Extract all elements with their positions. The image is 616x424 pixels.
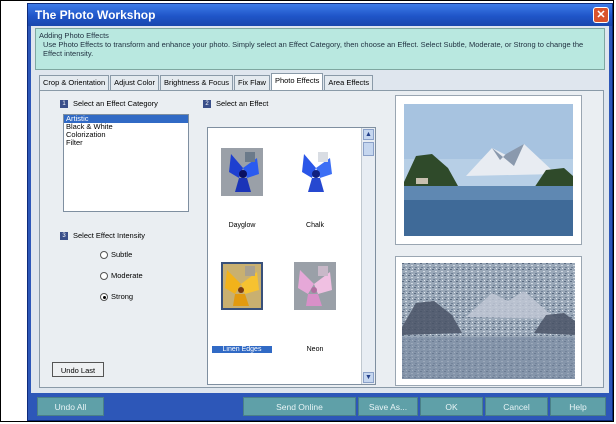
intensity-heading: 3 Select Effect Intensity bbox=[60, 231, 145, 241]
step-3-icon: 3 bbox=[60, 232, 68, 241]
chevron-up-icon: ▲ bbox=[365, 131, 372, 138]
photo-effects-panel: 1 Select an Effect Category Artistic Blac… bbox=[39, 90, 604, 388]
tab-fix-flaw[interactable]: Fix Flaw bbox=[234, 75, 270, 91]
radio-strong[interactable] bbox=[100, 293, 108, 302]
effect-photo-preview bbox=[395, 256, 582, 386]
close-icon: ✕ bbox=[596, 9, 606, 21]
title-bar[interactable]: The Photo Workshop ✕ bbox=[28, 4, 612, 26]
info-text: Use Photo Effects to transform and enhan… bbox=[43, 40, 584, 58]
ok-button[interactable]: OK bbox=[420, 397, 483, 416]
tab-area-effects[interactable]: Area Effects bbox=[324, 75, 374, 91]
effect-gallery[interactable]: Dayglow Chalk Linen Edges Neon ▲ ▼ bbox=[207, 127, 376, 385]
save-as-button[interactable]: Save As... bbox=[358, 397, 418, 416]
help-info-box: Adding Photo Effects Use Photo Effects t… bbox=[35, 28, 605, 70]
scroll-up-button[interactable]: ▲ bbox=[363, 129, 374, 140]
tab-adjust-color[interactable]: Adjust Color bbox=[110, 75, 159, 91]
intensity-label: Select Effect Intensity bbox=[73, 231, 145, 240]
chevron-down-icon: ▼ bbox=[365, 374, 372, 381]
undo-last-button[interactable]: Undo Last bbox=[52, 362, 104, 377]
effect-thumbnail-dayglow[interactable] bbox=[221, 148, 263, 196]
step-2-icon: 2 bbox=[203, 100, 211, 109]
photo-workshop-window: The Photo Workshop ✕ Adding Photo Effect… bbox=[27, 3, 613, 421]
original-photo bbox=[404, 104, 573, 236]
tab-brightness-focus[interactable]: Brightness & Focus bbox=[159, 75, 234, 91]
effect-thumbnail-neon[interactable] bbox=[294, 262, 336, 310]
tab-crop-orientation[interactable]: Crop & Orientation bbox=[39, 75, 110, 91]
undo-all-button[interactable]: Undo All bbox=[37, 397, 104, 416]
effect-label-dayglow[interactable]: Dayglow bbox=[212, 222, 272, 229]
step-1-icon: 1 bbox=[60, 100, 68, 109]
category-label: Select an Effect Category bbox=[73, 99, 158, 108]
effect-scrollbar[interactable]: ▲ ▼ bbox=[361, 128, 375, 384]
subtle-label: Subtle bbox=[111, 250, 133, 259]
effect-heading: 2 Select an Effect bbox=[203, 99, 269, 109]
intensity-moderate-option[interactable]: Moderate bbox=[100, 271, 143, 281]
effect-label-neon[interactable]: Neon bbox=[285, 346, 345, 353]
help-button[interactable]: Help bbox=[550, 397, 606, 416]
category-listbox[interactable]: Artistic Black & White Colorization Filt… bbox=[63, 114, 189, 212]
effect-thumbnail-chalk[interactable] bbox=[294, 148, 336, 196]
window-title: The Photo Workshop bbox=[35, 8, 156, 22]
effect-thumbnail-linen-edges[interactable] bbox=[221, 262, 263, 310]
tab-photo-effects[interactable]: Photo Effects bbox=[270, 73, 324, 91]
cancel-button[interactable]: Cancel bbox=[485, 397, 548, 416]
dialog-client-area: Adding Photo Effects Use Photo Effects t… bbox=[31, 26, 609, 393]
original-photo-preview bbox=[395, 95, 582, 245]
info-heading: Adding Photo Effects bbox=[39, 31, 109, 40]
effect-label-chalk[interactable]: Chalk bbox=[285, 222, 345, 229]
radio-subtle[interactable] bbox=[100, 251, 108, 260]
close-button[interactable]: ✕ bbox=[593, 7, 609, 23]
intensity-strong-option[interactable]: Strong bbox=[100, 292, 134, 302]
tab-strip: Crop & Orientation Adjust Color Brightne… bbox=[39, 73, 374, 91]
category-item-filter[interactable]: Filter bbox=[64, 139, 188, 147]
scroll-thumb[interactable] bbox=[363, 142, 374, 156]
radio-moderate[interactable] bbox=[100, 272, 108, 281]
bottom-button-bar: Undo All Send Online Save As... OK Cance… bbox=[31, 395, 609, 419]
effect-label-linen-edges[interactable]: Linen Edges bbox=[212, 346, 272, 353]
scroll-down-button[interactable]: ▼ bbox=[363, 372, 374, 383]
effect-label: Select an Effect bbox=[216, 99, 269, 108]
effect-photo bbox=[402, 263, 575, 379]
category-heading: 1 Select an Effect Category bbox=[60, 99, 158, 109]
strong-label: Strong bbox=[111, 292, 134, 301]
intensity-subtle-option[interactable]: Subtle bbox=[100, 250, 133, 260]
moderate-label: Moderate bbox=[111, 271, 143, 280]
send-online-button[interactable]: Send Online bbox=[243, 397, 356, 416]
